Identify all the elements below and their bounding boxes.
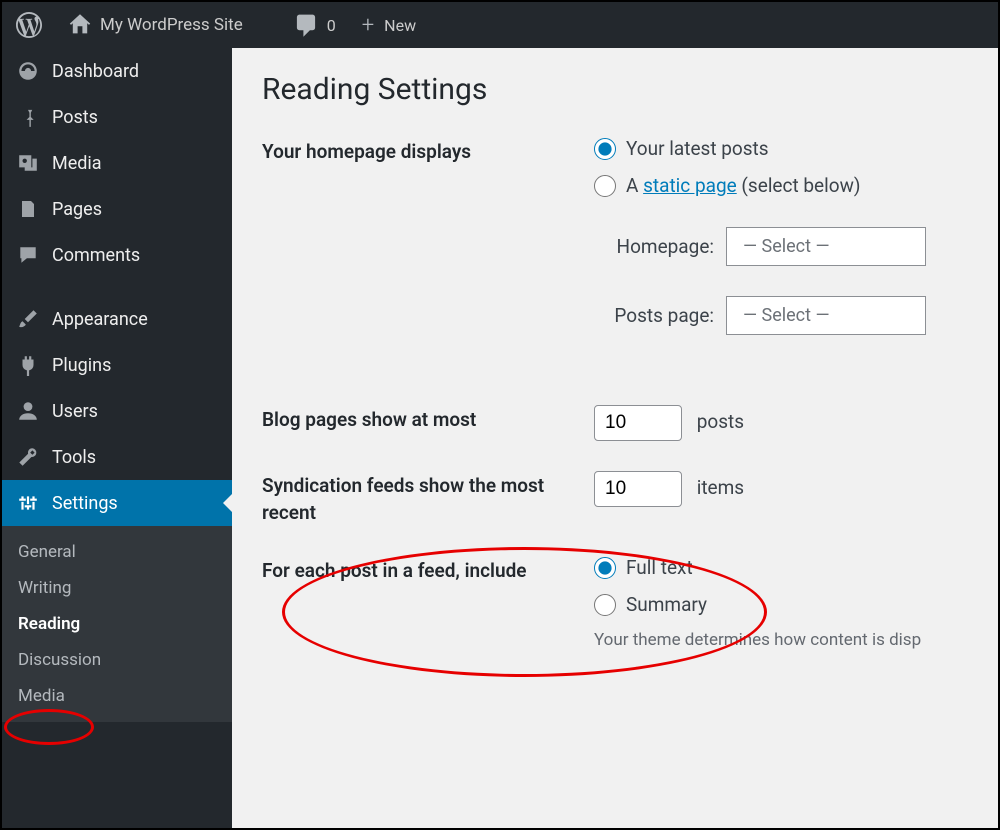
brush-icon xyxy=(16,307,40,331)
radio-summary[interactable]: Summary xyxy=(594,593,968,616)
postspage-select-label: Posts page: xyxy=(594,304,714,327)
radio-static-prefix: A xyxy=(626,174,643,197)
site-title: My WordPress Site xyxy=(100,15,243,35)
comments-count: 0 xyxy=(327,16,336,35)
settings-icon xyxy=(16,491,40,515)
new-label: New xyxy=(384,16,416,35)
media-icon xyxy=(16,151,40,175)
menu-label: Media xyxy=(52,153,102,174)
menu-label: Settings xyxy=(52,493,118,514)
submenu-writing[interactable]: Writing xyxy=(2,570,232,606)
syndication-label: Syndication feeds show the most recent xyxy=(262,471,594,526)
radio-summary-input[interactable] xyxy=(594,594,616,616)
menu-media[interactable]: Media xyxy=(2,140,232,186)
menu-pages[interactable]: Pages xyxy=(2,186,232,232)
plus-icon: + xyxy=(362,13,374,38)
blog-pages-label: Blog pages show at most xyxy=(262,405,594,434)
radio-full-text[interactable]: Full text xyxy=(594,556,968,579)
admin-bar: My WordPress Site 0 + New xyxy=(2,2,998,48)
radio-static-page[interactable]: A static page (select below) xyxy=(594,174,968,197)
plug-icon xyxy=(16,353,40,377)
dashboard-icon xyxy=(16,59,40,83)
admin-sidebar: Dashboard Posts Media Pages Comments App… xyxy=(2,48,232,828)
menu-users[interactable]: Users xyxy=(2,388,232,434)
wordpress-icon xyxy=(16,12,42,38)
page-title: Reading Settings xyxy=(262,72,968,107)
radio-latest-input[interactable] xyxy=(594,138,616,160)
radio-static-input[interactable] xyxy=(594,175,616,197)
wp-logo[interactable] xyxy=(10,2,48,48)
pin-icon xyxy=(16,105,40,129)
menu-label: Pages xyxy=(52,199,102,220)
radio-full-label: Full text xyxy=(626,556,693,579)
comments-icon xyxy=(16,243,40,267)
static-page-link[interactable]: static page xyxy=(643,174,737,197)
user-icon xyxy=(16,399,40,423)
submenu-media[interactable]: Media xyxy=(2,678,232,714)
row-syndication: Syndication feeds show the most recent i… xyxy=(262,471,968,526)
site-link[interactable]: My WordPress Site xyxy=(62,2,249,48)
blog-pages-input[interactable] xyxy=(594,405,682,441)
submenu-general[interactable]: General xyxy=(2,534,232,570)
radio-full-input[interactable] xyxy=(594,557,616,579)
feed-include-label: For each post in a feed, include xyxy=(262,556,594,585)
radio-static-suffix: (select below) xyxy=(737,174,861,197)
comments-link[interactable]: 0 xyxy=(287,2,342,48)
comment-icon xyxy=(293,12,319,38)
home-icon xyxy=(68,13,92,37)
homepage-select-label: Homepage: xyxy=(594,235,714,258)
menu-dashboard[interactable]: Dashboard xyxy=(2,48,232,94)
syndication-input[interactable] xyxy=(594,471,682,507)
feed-hint: Your theme determines how content is dis… xyxy=(594,630,968,650)
row-homepage-displays: Your homepage displays Your latest posts… xyxy=(262,137,968,335)
radio-latest-label: Your latest posts xyxy=(626,137,769,160)
menu-label: Comments xyxy=(52,245,140,266)
menu-label: Tools xyxy=(52,447,96,468)
menu-plugins[interactable]: Plugins xyxy=(2,342,232,388)
row-blog-pages: Blog pages show at most posts xyxy=(262,405,968,441)
homepage-label: Your homepage displays xyxy=(262,137,594,166)
content-area: Reading Settings Your homepage displays … xyxy=(232,48,998,828)
radio-latest-posts[interactable]: Your latest posts xyxy=(594,137,968,160)
pages-icon xyxy=(16,197,40,221)
menu-label: Posts xyxy=(52,107,98,128)
menu-posts[interactable]: Posts xyxy=(2,94,232,140)
submenu-discussion[interactable]: Discussion xyxy=(2,642,232,678)
radio-static-label: A static page (select below) xyxy=(626,174,860,197)
row-feed-include: For each post in a feed, include Full te… xyxy=(262,556,968,650)
settings-submenu: General Writing Reading Discussion Media xyxy=(2,526,232,722)
submenu-reading[interactable]: Reading xyxy=(2,606,232,642)
menu-appearance[interactable]: Appearance xyxy=(2,296,232,342)
new-link[interactable]: + New xyxy=(356,2,422,48)
menu-settings[interactable]: Settings xyxy=(2,480,232,526)
menu-label: Dashboard xyxy=(52,61,139,82)
menu-label: Plugins xyxy=(52,355,111,376)
menu-label: Users xyxy=(52,401,98,422)
menu-label: Appearance xyxy=(52,309,148,330)
wrench-icon xyxy=(16,445,40,469)
postspage-select[interactable]: — Select — xyxy=(726,296,926,335)
blog-pages-suffix: posts xyxy=(697,410,744,433)
menu-comments[interactable]: Comments xyxy=(2,232,232,278)
homepage-select[interactable]: — Select — xyxy=(726,227,926,266)
menu-tools[interactable]: Tools xyxy=(2,434,232,480)
syndication-suffix: items xyxy=(697,476,744,499)
radio-summary-label: Summary xyxy=(626,593,707,616)
